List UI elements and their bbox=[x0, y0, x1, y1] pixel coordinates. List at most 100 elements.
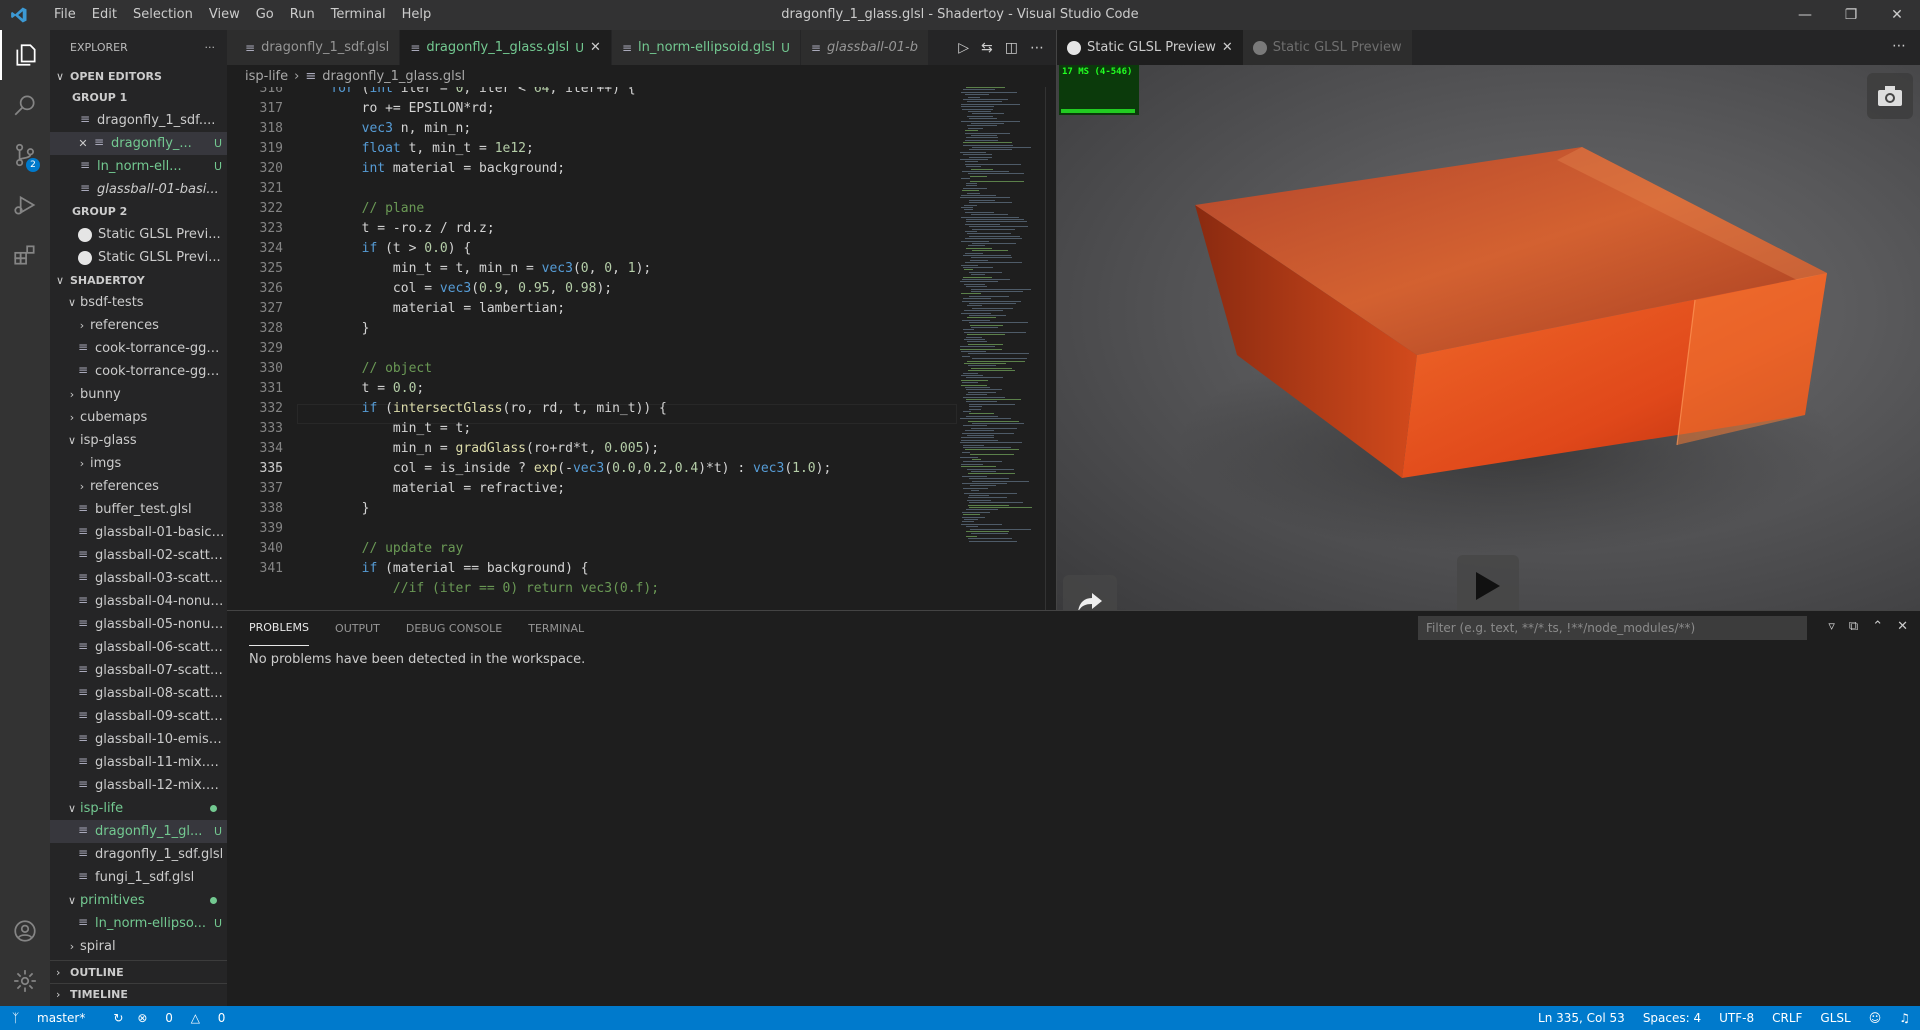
tree-folder[interactable]: › cubemaps bbox=[50, 406, 227, 429]
tree-folder[interactable]: › references bbox=[50, 314, 227, 337]
collapse-all-icon[interactable]: ⧉ bbox=[1849, 619, 1858, 634]
tab-dragonfly-sdf[interactable]: ≡ dragonfly_1_sdf.glsl bbox=[227, 30, 401, 65]
tree-file[interactable]: glassball-06-scatter_... bbox=[50, 636, 227, 659]
tree-file[interactable]: cook-torrance-ggx.g... bbox=[50, 360, 227, 383]
tab-debug-console[interactable]: DEBUG CONSOLE bbox=[406, 611, 502, 646]
more-actions-icon[interactable]: ⋯ bbox=[1892, 38, 1906, 54]
close-panel-icon[interactable]: ✕ bbox=[1897, 619, 1908, 634]
tree-file-active[interactable]: dragonfly_1_gl... U bbox=[50, 820, 227, 843]
branch-item[interactable]: ᛉ master* bbox=[12, 1011, 99, 1025]
minimize-button[interactable]: — bbox=[1782, 0, 1828, 30]
tree-folder[interactable]: › imgs bbox=[50, 452, 227, 475]
run-icon[interactable]: ▷ bbox=[958, 40, 969, 56]
tree-folder[interactable]: › references bbox=[50, 475, 227, 498]
tree-file[interactable]: glassball-12-mix.glsl bbox=[50, 774, 227, 797]
tree-folder[interactable]: › bunny bbox=[50, 383, 227, 406]
screenshot-button[interactable] bbox=[1867, 73, 1913, 119]
outline-section[interactable]: › OUTLINE bbox=[50, 961, 227, 983]
shadertoy-section[interactable]: ∨ SHADERTOY bbox=[50, 269, 227, 291]
search-activity[interactable] bbox=[0, 80, 50, 130]
tree-file[interactable]: dragonfly_1_sdf.glsl bbox=[50, 843, 227, 866]
tree-folder[interactable]: ∨ isp-life bbox=[50, 797, 227, 820]
feedback-icon[interactable]: ☺ bbox=[1869, 1011, 1882, 1025]
code-area[interactable]: 316 317 318 319 320 321 322 323 324 325 … bbox=[227, 87, 957, 610]
menu-terminal[interactable]: Terminal bbox=[323, 0, 394, 30]
close-tab-icon[interactable]: ✕ bbox=[1222, 40, 1233, 55]
tree-file[interactable]: fungi_1_sdf.glsl bbox=[50, 866, 227, 889]
share-button[interactable] bbox=[1063, 575, 1117, 610]
tab-dragonfly-glass[interactable]: ≡ dragonfly_1_glass.glsl U ✕ bbox=[400, 30, 612, 65]
breadcrumb-file[interactable]: dragonfly_1_glass.glsl bbox=[322, 69, 465, 84]
extensions-activity[interactable] bbox=[0, 230, 50, 280]
minimap[interactable] bbox=[960, 87, 1044, 547]
shader-canvas[interactable]: 17 MS (4-546) bbox=[1057, 65, 1920, 610]
problems-status[interactable]: ⊗ 0 △ 0 bbox=[137, 1011, 239, 1025]
split-editor-icon[interactable]: ◫ bbox=[1005, 40, 1018, 56]
tab-ln-norm-ellipsoid[interactable]: ≡ ln_norm-ellipsoid.glsl U bbox=[611, 30, 801, 65]
sync-icon[interactable]: ↻ bbox=[113, 1011, 123, 1025]
tab-static-glsl-preview[interactable]: Static GLSL Preview ✕ bbox=[1057, 30, 1243, 65]
menu-help[interactable]: Help bbox=[394, 0, 440, 30]
menu-view[interactable]: View bbox=[201, 0, 248, 30]
tree-folder[interactable]: › spiral bbox=[50, 935, 227, 958]
tree-file[interactable]: cook-torrance-ggx-i... bbox=[50, 337, 227, 360]
tree-file[interactable]: glassball-02-scatter.... bbox=[50, 544, 227, 567]
source-control-activity[interactable]: 2 bbox=[0, 130, 50, 180]
filter-icon[interactable]: ▿ bbox=[1828, 619, 1835, 634]
menu-go[interactable]: Go bbox=[248, 0, 282, 30]
manage-activity[interactable] bbox=[0, 956, 50, 1006]
notifications-bell-icon[interactable]: ♫ bbox=[1899, 1011, 1910, 1025]
close-tab-icon[interactable]: ✕ bbox=[590, 40, 601, 55]
open-editor-item[interactable]: Static GLSL Previ... bbox=[50, 223, 227, 246]
open-editor-item[interactable]: dragonfly_1_sdf.... bbox=[50, 109, 227, 132]
tab-terminal[interactable]: TERMINAL bbox=[528, 611, 584, 646]
tree-file[interactable]: glassball-11-mix.glsl bbox=[50, 751, 227, 774]
close-icon[interactable]: ✕ bbox=[76, 137, 90, 150]
menu-file[interactable]: File bbox=[46, 0, 84, 30]
language-mode[interactable]: GLSL bbox=[1820, 1011, 1850, 1025]
menu-run[interactable]: Run bbox=[282, 0, 323, 30]
tree-file[interactable]: glassball-03-scatter.... bbox=[50, 567, 227, 590]
tree-file[interactable]: glassball-08-scatter.... bbox=[50, 682, 227, 705]
maximize-button[interactable]: ❐ bbox=[1828, 0, 1874, 30]
cursor-position[interactable]: Ln 335, Col 53 bbox=[1538, 1011, 1625, 1025]
maximize-panel-icon[interactable]: ⌃ bbox=[1872, 619, 1883, 634]
tree-file[interactable]: ln_norm-ellipso... U bbox=[50, 912, 227, 935]
tree-file[interactable]: glassball-05-nonunif... bbox=[50, 613, 227, 636]
close-window-button[interactable]: ✕ bbox=[1874, 0, 1920, 30]
open-editor-item[interactable]: glassball-01-basi... bbox=[50, 178, 227, 201]
tree-file[interactable]: glassball-07-scatter.... bbox=[50, 659, 227, 682]
menu-edit[interactable]: Edit bbox=[84, 0, 125, 30]
play-button[interactable] bbox=[1457, 555, 1519, 610]
tree-folder[interactable]: ∨ isp-glass bbox=[50, 429, 227, 452]
end-of-line[interactable]: CRLF bbox=[1772, 1011, 1802, 1025]
indentation[interactable]: Spaces: 4 bbox=[1643, 1011, 1701, 1025]
more-actions-icon[interactable]: ⋯ bbox=[1030, 40, 1044, 56]
tree-file[interactable]: glassball-01-basic.glsl bbox=[50, 521, 227, 544]
open-editor-item-active[interactable]: ✕ dragonfly_... U bbox=[50, 132, 227, 155]
open-editor-item[interactable]: Static GLSL Previ... bbox=[50, 246, 227, 269]
explorer-activity[interactable] bbox=[0, 30, 50, 80]
tab-problems[interactable]: PROBLEMS bbox=[249, 611, 310, 646]
accounts-activity[interactable] bbox=[0, 906, 50, 956]
open-editor-item[interactable]: ln_norm-ell... U bbox=[50, 155, 227, 178]
tree-folder[interactable]: ∨ bsdf-tests bbox=[50, 291, 227, 314]
tab-output[interactable]: OUTPUT bbox=[335, 611, 380, 646]
tree-file[interactable]: glassball-10-emissio... bbox=[50, 728, 227, 751]
menu-selection[interactable]: Selection bbox=[125, 0, 201, 30]
tree-file[interactable]: buffer_test.glsl bbox=[50, 498, 227, 521]
tree-file[interactable]: glassball-09-scatter.... bbox=[50, 705, 227, 728]
timeline-section[interactable]: › TIMELINE bbox=[50, 983, 227, 1005]
run-debug-activity[interactable] bbox=[0, 180, 50, 230]
explorer-more-button[interactable]: ··· bbox=[205, 41, 216, 54]
problems-filter-input[interactable]: Filter (e.g. text, **/*.ts, !**/node_mod… bbox=[1418, 616, 1807, 640]
tree-folder[interactable]: ∨ primitives bbox=[50, 889, 227, 912]
tree-file[interactable]: glassball-04-nonunif... bbox=[50, 590, 227, 613]
encoding[interactable]: UTF-8 bbox=[1719, 1011, 1754, 1025]
tab-glassball[interactable]: ≡ glassball-01-b bbox=[800, 30, 929, 65]
tab-static-glsl-preview-2[interactable]: Static GLSL Preview bbox=[1242, 30, 1412, 65]
compare-icon[interactable]: ⇆ bbox=[981, 40, 993, 56]
breadcrumb-folder[interactable]: isp-life bbox=[245, 69, 288, 84]
vertical-scrollbar[interactable] bbox=[1045, 87, 1056, 610]
open-editors-section[interactable]: ∨ OPEN EDITORS bbox=[50, 65, 227, 87]
